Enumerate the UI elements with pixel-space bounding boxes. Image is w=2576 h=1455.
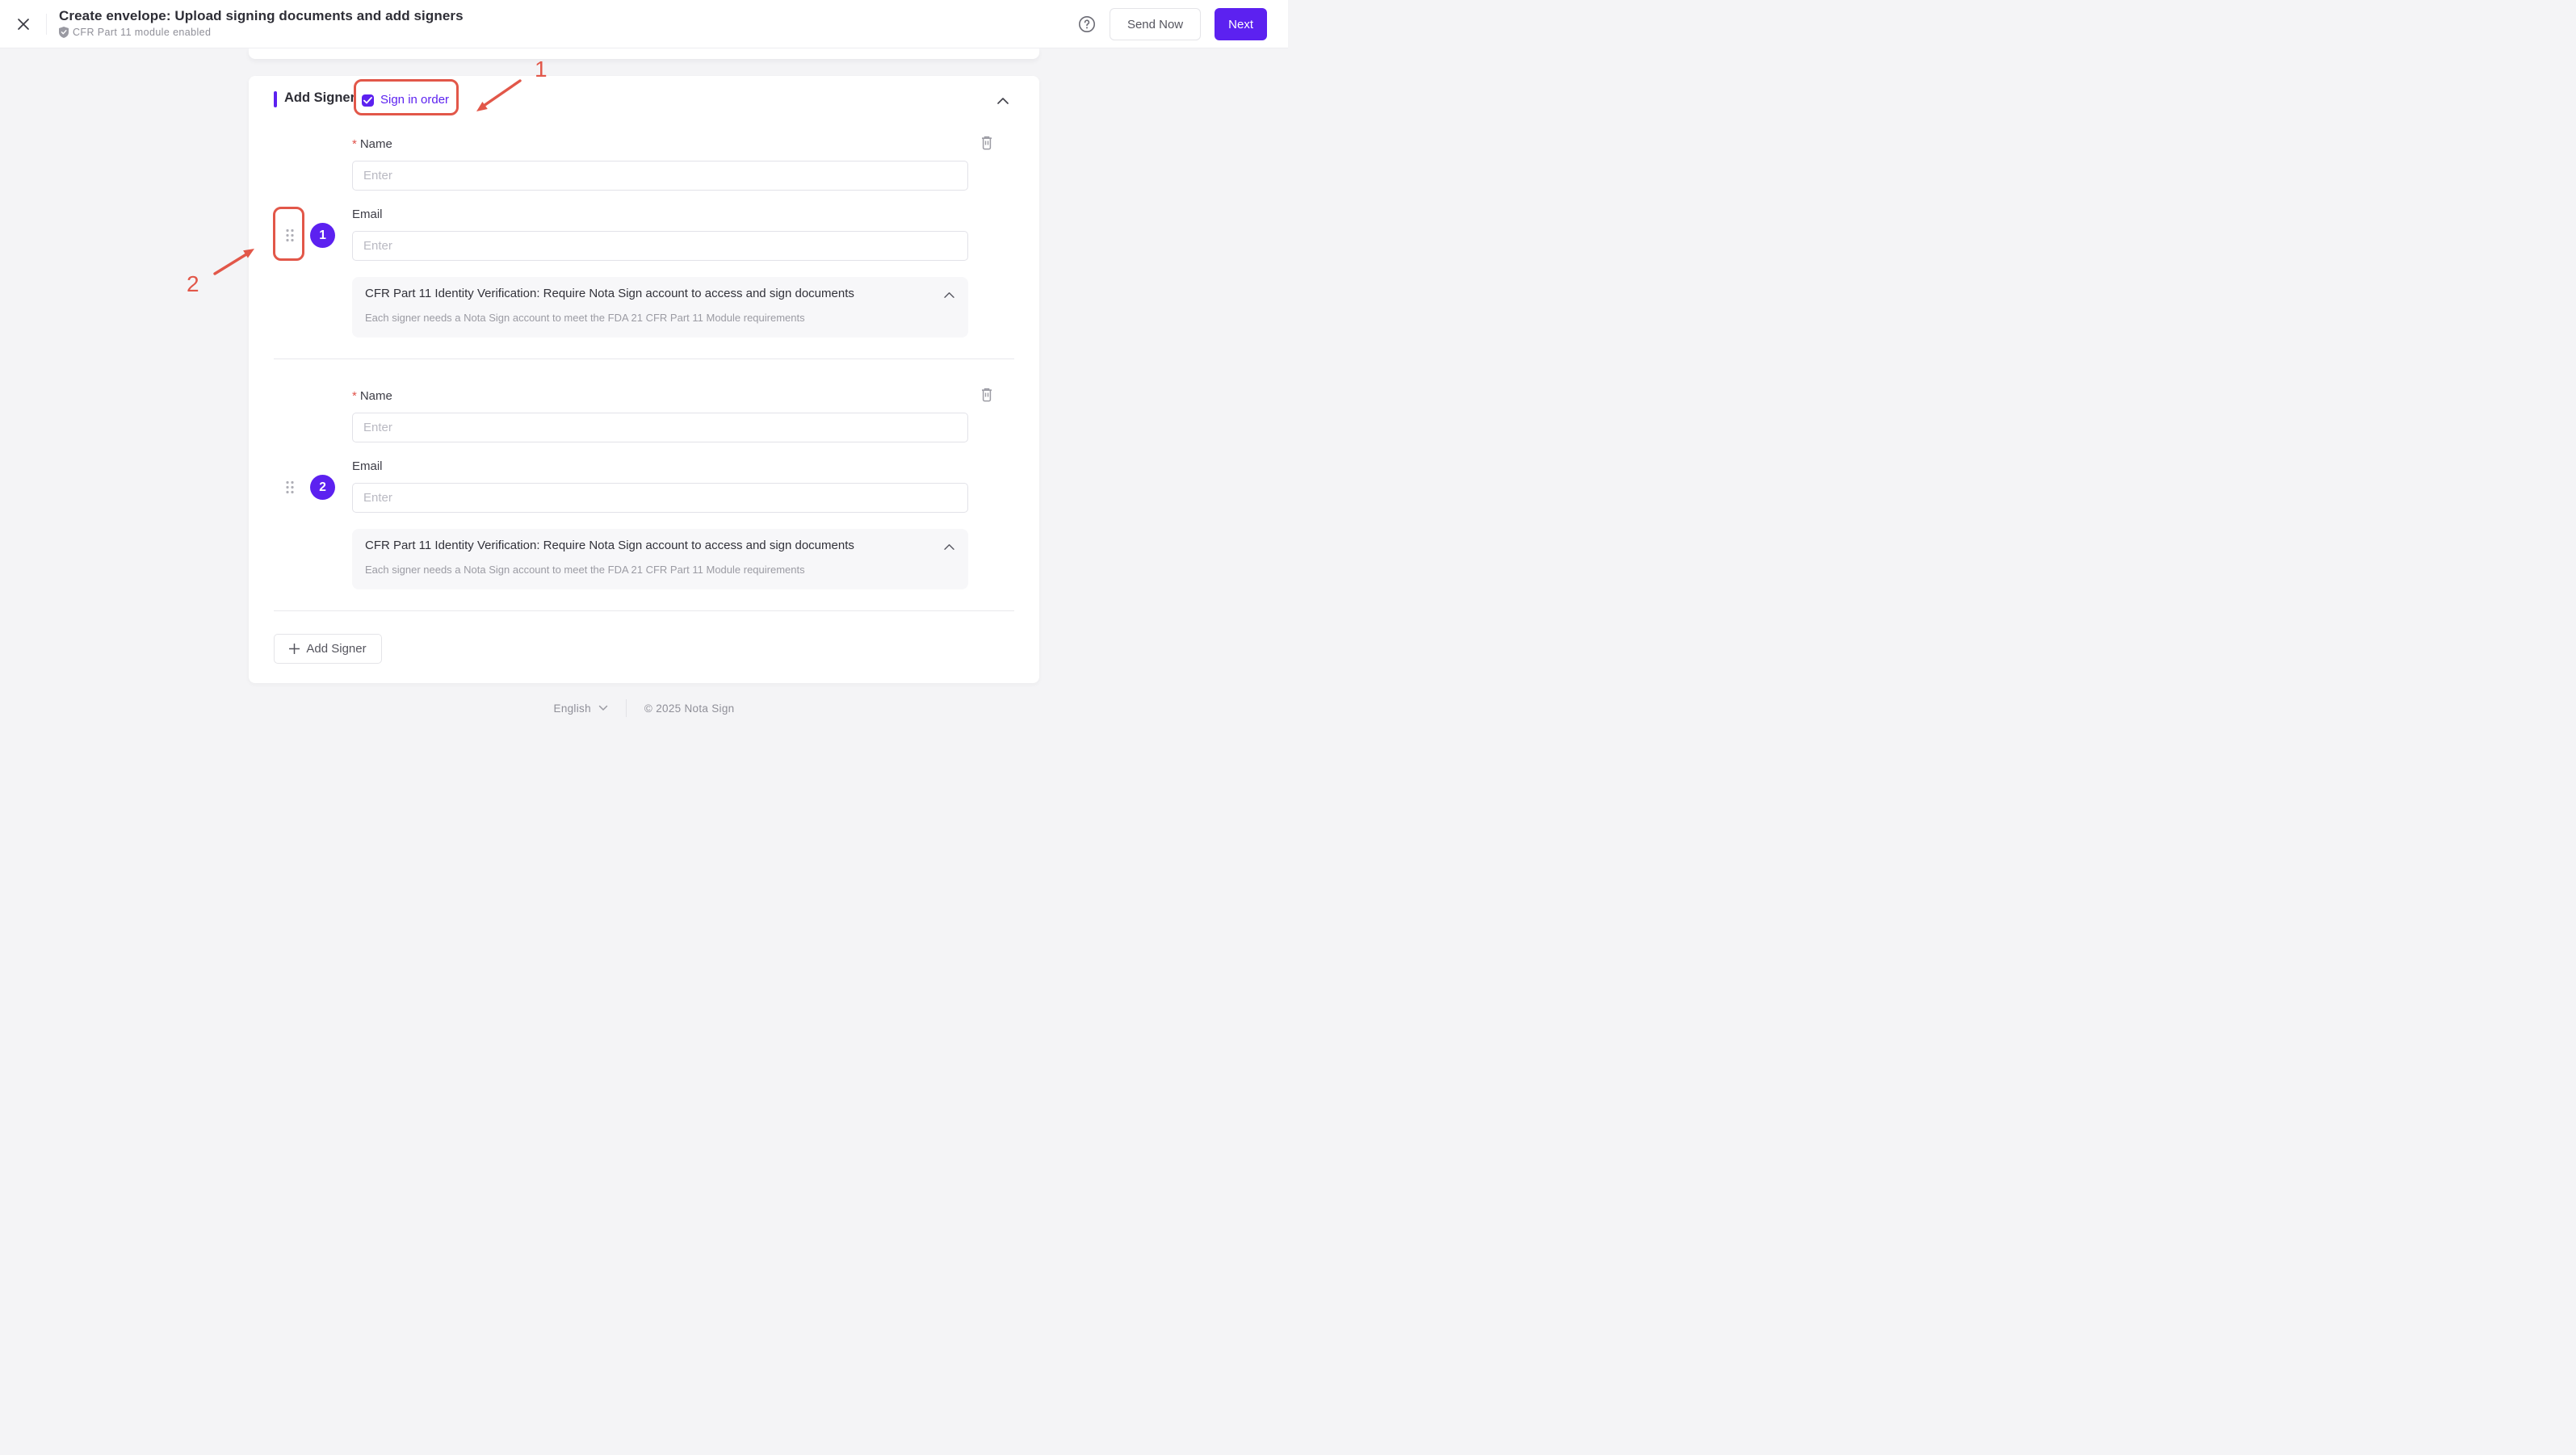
cfr-panel-description: Each signer needs a Nota Sign account to… [365,312,805,324]
delete-signer-button[interactable] [978,386,996,404]
delete-signer-button[interactable] [978,134,996,152]
add-signer-button-label: Add Signer [306,642,367,656]
signer-row: *Name Email 1 CFR Part 11 Identity Verif… [249,127,1039,353]
cfr-verification-panel: CFR Part 11 Identity Verification: Requi… [352,529,968,589]
trash-icon [978,136,996,150]
cfr-panel-title: CFR Part 11 Identity Verification: Requi… [365,287,854,300]
chevron-down-icon [598,705,608,711]
cfr-verification-panel: CFR Part 11 Identity Verification: Requi… [352,277,968,338]
next-button[interactable]: Next [1215,8,1267,40]
section-accent-bar [274,91,277,107]
top-bar: Create envelope: Upload signing document… [0,0,1288,48]
email-label: Email [352,459,383,473]
name-label: * Name [352,389,392,403]
plus-icon [289,644,300,654]
drag-handle-icon[interactable] [285,229,295,242]
annotation-step-number: 2 [187,271,199,296]
add-signer-card: Add Signer Sign in order *Name Email 1 C… [249,76,1039,683]
email-input[interactable] [352,231,968,261]
required-asterisk: * [352,137,357,151]
sign-in-order-label[interactable]: Sign in order [380,93,449,107]
cfr-panel-description: Each signer needs a Nota Sign account to… [365,564,805,576]
close-button[interactable] [14,15,33,34]
header-divider [46,14,47,35]
header-titles: Create envelope: Upload signing document… [59,7,464,38]
send-now-button[interactable]: Send Now [1109,8,1202,40]
language-selector[interactable]: English [554,702,608,715]
required-asterisk: * [352,389,357,403]
section-title: Add Signer [284,90,356,105]
trash-icon [978,388,996,402]
signer-order-badge: 1 [310,223,335,248]
add-signer-button[interactable]: Add Signer [274,634,382,664]
help-button[interactable] [1078,15,1096,33]
language-label: English [553,702,591,715]
chevron-up-icon [939,291,959,300]
cfr-panel-title: CFR Part 11 Identity Verification: Requi… [365,539,854,552]
signer-order-badge: 2 [310,475,335,500]
checkmark-icon [363,97,372,104]
close-icon [16,17,31,31]
name-label: * Name [352,137,392,151]
copyright-text: © 2025 Nota Sign [644,702,735,715]
sign-in-order-checkbox[interactable] [362,94,374,107]
previous-card-edge [249,48,1039,59]
footer-divider [625,699,627,717]
cfr-module-badge: CFR Part 11 module enabled [73,27,212,38]
cfr-panel-collapse-button[interactable] [939,285,959,304]
name-input[interactable] [352,161,968,191]
help-icon [1078,15,1096,33]
name-input[interactable] [352,413,968,442]
email-label: Email [352,208,383,221]
page-footer: English © 2025 Nota Sign [0,693,1288,723]
cfr-panel-collapse-button[interactable] [939,537,959,556]
chevron-up-icon [939,543,959,551]
drag-handle-icon[interactable] [285,480,295,494]
page-title: Create envelope: Upload signing document… [59,8,464,23]
shield-check-icon [59,27,69,38]
signer-row: *Name Email 2 CFR Part 11 Identity Verif… [249,379,1039,605]
chevron-up-icon [993,96,1013,106]
section-collapse-button[interactable] [993,91,1013,111]
signer-divider [274,610,1014,611]
email-input[interactable] [352,483,968,513]
